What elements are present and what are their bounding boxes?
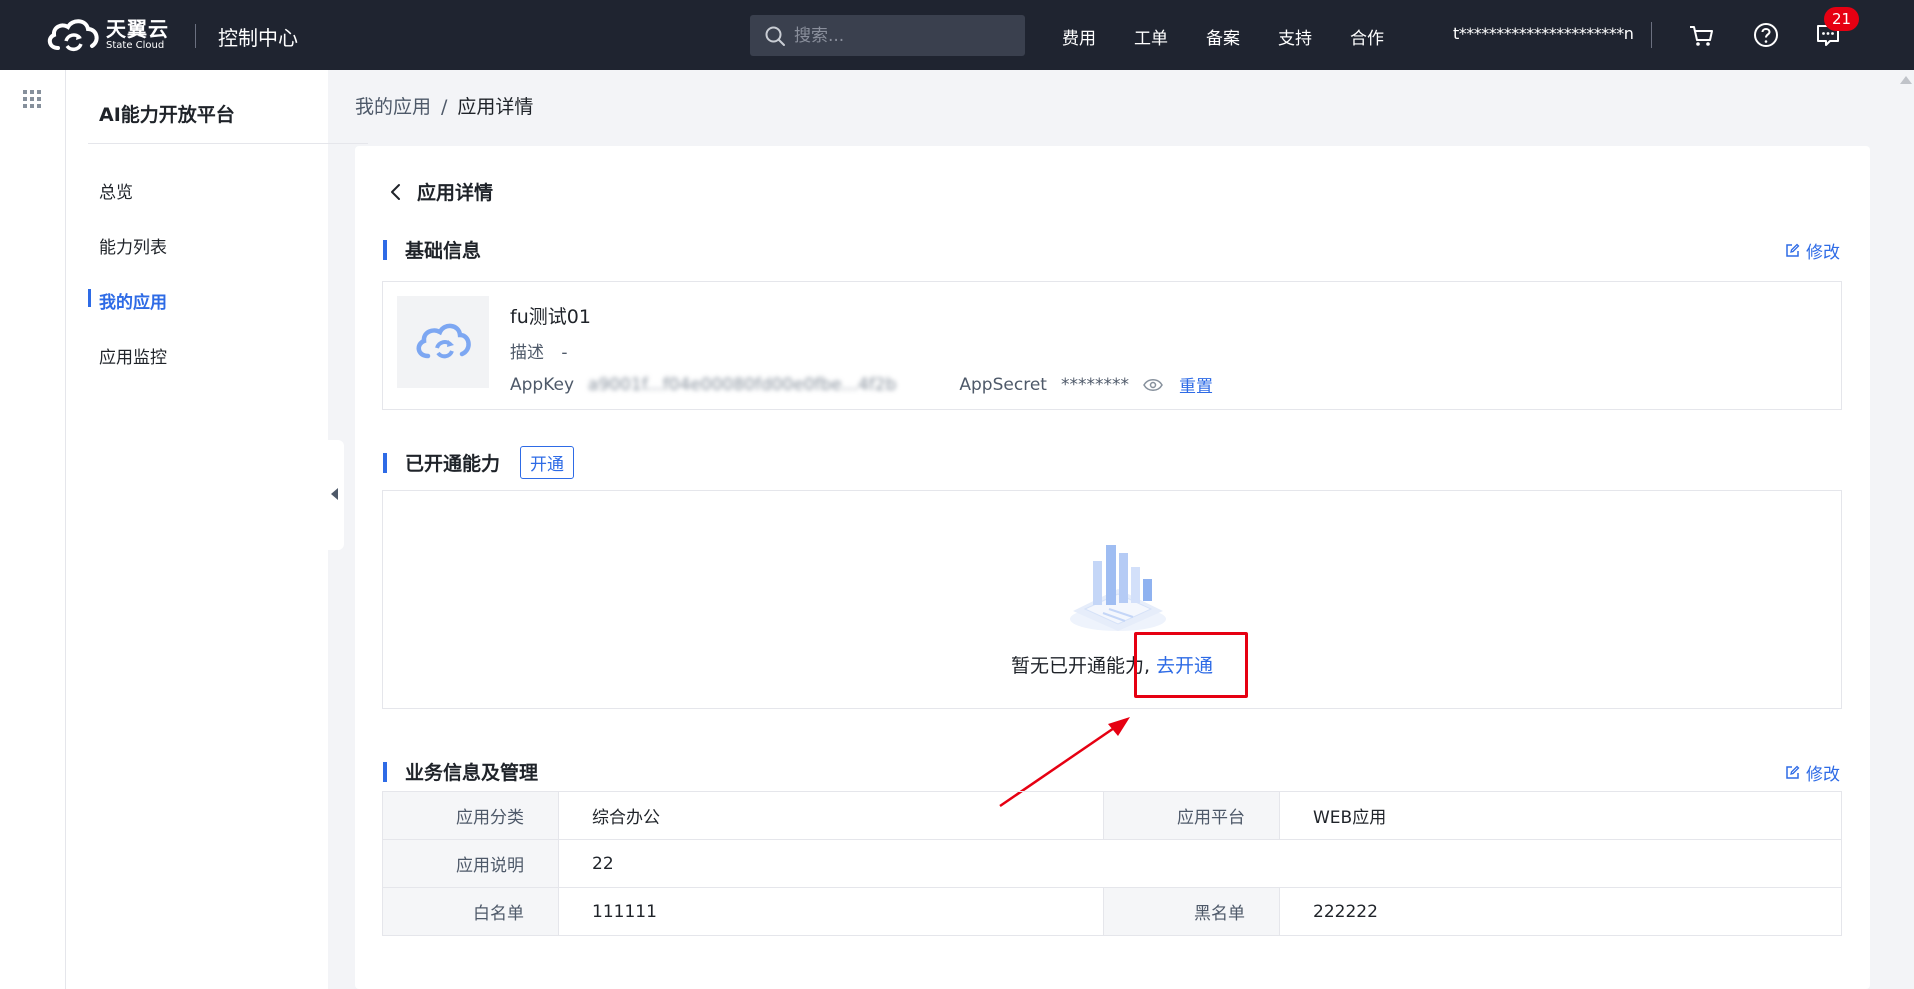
app-detail-card: 应用详情 基础信息 修改 fu测试01 描述 - AppKey a9001f..… xyxy=(355,146,1870,989)
breadcrumb-parent[interactable]: 我的应用 xyxy=(355,96,431,118)
sidebar-item-monitoring[interactable]: 应用监控 xyxy=(99,343,167,368)
help-icon[interactable] xyxy=(1751,20,1781,50)
nav-filing[interactable]: 备案 xyxy=(1206,24,1240,49)
search-input[interactable] xyxy=(794,25,1014,46)
table-row: 应用分类 综合办公 应用平台 WEB应用 xyxy=(382,791,1842,840)
platform-value: WEB应用 xyxy=(1279,791,1842,840)
page-title: 应用详情 xyxy=(417,182,494,204)
basic-info-heading: 基础信息 xyxy=(383,236,481,263)
edit-icon xyxy=(1786,765,1800,779)
app-note-value: 22 xyxy=(558,839,1842,888)
nav-tickets[interactable]: 工单 xyxy=(1134,24,1168,49)
blacklist-value: 222222 xyxy=(1279,887,1842,936)
table-row: 应用说明 22 xyxy=(382,839,1842,888)
business-title: 业务信息及管理 xyxy=(405,762,539,784)
page-header: 应用详情 xyxy=(385,178,493,205)
caret-left-icon xyxy=(331,488,338,500)
scroll-up-icon[interactable] xyxy=(1900,76,1912,84)
empty-message-text: 暂无已开通能力, xyxy=(1010,655,1150,677)
appkey-value: a9001f...f04e00080fd00e0fbe...4f2b xyxy=(588,374,897,395)
edit-business-button[interactable]: 修改 xyxy=(1785,760,1840,785)
nav-partner[interactable]: 合作 xyxy=(1350,24,1384,49)
breadcrumb: 我的应用 / 应用详情 xyxy=(355,92,533,119)
sidebar-item-my-apps[interactable]: 我的应用 xyxy=(99,288,167,313)
search-icon xyxy=(765,26,785,46)
description-label: 描述 xyxy=(510,343,544,363)
eye-icon[interactable] xyxy=(1143,378,1163,392)
description-value: - xyxy=(561,343,568,363)
brand-name-en: State Cloud xyxy=(106,40,165,51)
sidebar: AI能力开放平台 总览 能力列表 我的应用 应用监控 xyxy=(66,70,368,989)
brand-logo[interactable]: 天翼云 State Cloud xyxy=(44,16,169,54)
section-marker xyxy=(383,452,387,473)
app-avatar xyxy=(397,296,489,388)
app-note-label: 应用说明 xyxy=(382,839,559,888)
app-name: fu测试01 xyxy=(510,306,591,328)
category-value: 综合办公 xyxy=(558,791,1104,840)
apps-grid-icon[interactable] xyxy=(23,90,41,108)
sidebar-collapse-toggle[interactable] xyxy=(326,440,344,550)
nav-support[interactable]: 支持 xyxy=(1278,24,1312,49)
console-title[interactable]: 控制中心 xyxy=(218,22,298,51)
sidebar-item-overview[interactable]: 总览 xyxy=(99,178,133,203)
edit-basic-button[interactable]: 修改 xyxy=(1785,238,1840,263)
app-info-panel: fu测试01 描述 - AppKey a9001f...f04e00080fd0… xyxy=(382,281,1842,410)
sidebar-item-capabilities[interactable]: 能力列表 xyxy=(99,233,167,258)
top-nav-bar: 天翼云 State Cloud 控制中心 费用 工单 备案 支持 合作 t***… xyxy=(0,0,1914,70)
reset-secret-link[interactable]: 重置 xyxy=(1179,372,1213,397)
search-box[interactable] xyxy=(750,15,1025,56)
nav-billing[interactable]: 费用 xyxy=(1062,24,1096,49)
sidebar-title: AI能力开放平台 xyxy=(99,104,235,126)
blacklist-label: 黑名单 xyxy=(1103,887,1280,936)
empty-message: 暂无已开通能力, 去开通 xyxy=(383,651,1841,678)
brand-name-cn: 天翼云 xyxy=(106,17,169,41)
section-marker xyxy=(383,239,387,260)
back-arrow-icon[interactable] xyxy=(385,181,407,203)
table-row: 白名单 111111 黑名单 222222 xyxy=(382,887,1842,936)
whitelist-label: 白名单 xyxy=(382,887,559,936)
edit-icon xyxy=(1786,243,1800,257)
breadcrumb-current: 应用详情 xyxy=(457,96,534,118)
edit-basic-label: 修改 xyxy=(1806,243,1840,263)
whitelist-value: 111111 xyxy=(558,887,1104,936)
divider xyxy=(1651,22,1652,48)
breadcrumb-separator: / xyxy=(441,96,448,118)
app-description: 描述 - xyxy=(510,338,568,363)
empty-chart-illustration xyxy=(1070,545,1166,631)
message-count-badge: 21 xyxy=(1824,7,1860,31)
divider xyxy=(195,24,196,48)
top-nav-links: 费用 工单 备案 支持 合作 xyxy=(1062,24,1422,49)
cloud-app-icon xyxy=(416,323,471,359)
open-capability-button[interactable]: 开通 xyxy=(520,446,575,479)
product-rail xyxy=(0,70,66,989)
cloud-logo-icon xyxy=(47,19,99,51)
capabilities-title: 已开通能力 xyxy=(405,453,501,475)
appkey-label: AppKey xyxy=(510,374,575,395)
appsecret-value: ******** xyxy=(1060,374,1129,395)
page-scrollbar[interactable] xyxy=(1898,70,1914,989)
account-name[interactable]: t**********************n xyxy=(1453,24,1634,43)
credentials-row: AppKey a9001f...f04e00080fd00e0fbe...4f2… xyxy=(510,372,1213,398)
capabilities-heading: 已开通能力 开通 xyxy=(383,446,575,479)
active-indicator xyxy=(88,289,91,307)
cart-icon[interactable] xyxy=(1686,20,1716,50)
platform-label: 应用平台 xyxy=(1103,791,1280,840)
business-heading: 业务信息及管理 xyxy=(383,758,538,785)
appsecret-label: AppSecret xyxy=(959,374,1047,395)
section-marker xyxy=(383,761,387,782)
capabilities-empty-state: 暂无已开通能力, 去开通 xyxy=(382,490,1842,709)
business-info-table: 应用分类 综合办公 应用平台 WEB应用 应用说明 22 白名单 111111 … xyxy=(382,791,1842,936)
basic-info-title: 基础信息 xyxy=(405,240,482,262)
edit-business-label: 修改 xyxy=(1806,765,1840,785)
divider xyxy=(88,143,368,144)
category-label: 应用分类 xyxy=(382,791,559,840)
